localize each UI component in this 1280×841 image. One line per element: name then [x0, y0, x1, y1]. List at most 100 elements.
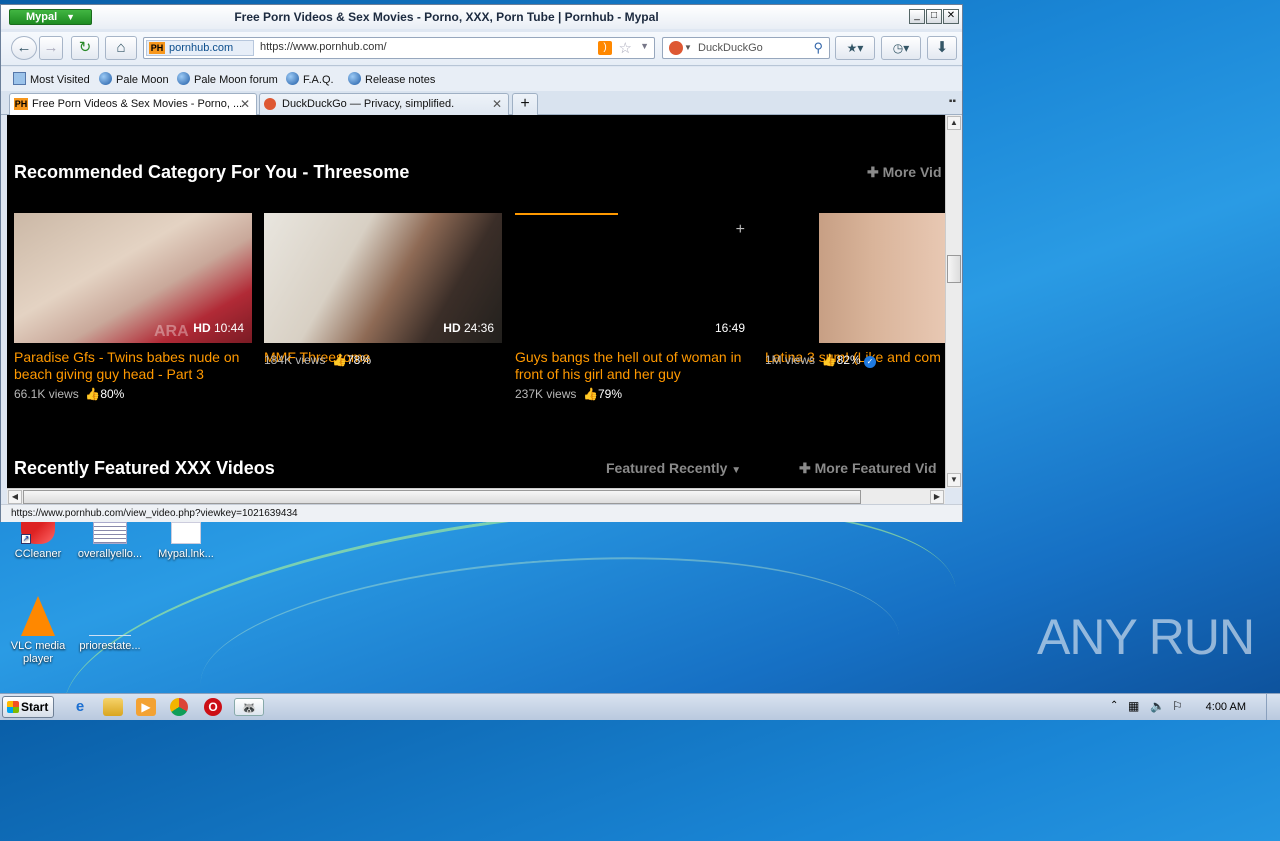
bookmark-label: F.A.Q.	[303, 74, 334, 86]
video-card[interactable]: ARA HD 10:44 Paradise Gfs - Twins babes …	[14, 213, 252, 401]
search-placeholder: DuckDuckGo	[698, 42, 763, 54]
windows-logo-icon	[7, 701, 19, 713]
video-title[interactable]: Guys bangs the hell out of woman in front…	[515, 349, 753, 383]
rating-percent: 79%	[598, 387, 623, 401]
tab-list-icon[interactable]: ▪▪	[949, 96, 956, 107]
mypal-taskbar-icon[interactable]: 🦝	[234, 698, 264, 716]
forward-button[interactable]: →	[39, 36, 63, 60]
most-visited-icon	[13, 72, 26, 85]
horizontal-scroll-thumb[interactable]	[23, 490, 861, 504]
video-title-line: front of his girl and her guy	[515, 366, 681, 382]
tab-pornhub[interactable]: PH Free Porn Videos & Sex Movies - Porno…	[9, 93, 257, 115]
desktop-icon-label: overallyello...	[77, 548, 143, 560]
bookmark-most-visited[interactable]: Most Visited	[13, 72, 90, 87]
chevron-down-icon: ▼	[731, 465, 742, 476]
show-desktop-button[interactable]	[1266, 694, 1280, 720]
duration-text: 16:49	[714, 321, 745, 335]
bookmark-label: Pale Moon	[116, 74, 169, 86]
reload-button[interactable]: ↻	[71, 36, 99, 60]
video-thumbnail[interactable]: ARA HD 10:44	[14, 213, 252, 343]
network-icon[interactable]: ▦	[1128, 699, 1139, 713]
more-featured-link[interactable]: ✚ More Featured Vid	[799, 460, 937, 477]
watermark-overlay: ARA	[154, 323, 189, 340]
desktop-icon-label: priorestate...	[79, 640, 141, 652]
bookmark-release-notes[interactable]: Release notes	[348, 72, 435, 87]
globe-icon	[286, 72, 299, 85]
media-player-icon[interactable]: ▶	[136, 698, 156, 716]
home-button[interactable]: ⌂	[105, 36, 137, 60]
show-hidden-icons-icon[interactable]: ⌃	[1110, 700, 1118, 711]
scroll-thumb[interactable]	[947, 255, 961, 283]
video-card[interactable]: Latina 3 sum! (Like and com 1M views 👍82…	[765, 213, 945, 368]
featured-recently-dropdown[interactable]: Featured Recently ▼	[606, 460, 741, 476]
bookmark-pale-moon[interactable]: Pale Moon	[99, 72, 169, 87]
file-explorer-icon[interactable]	[103, 698, 123, 716]
section-title-featured: Recently Featured XXX Videos	[14, 458, 275, 478]
close-tab-icon[interactable]: ✕	[492, 94, 502, 114]
maximize-button[interactable]: □	[926, 9, 942, 24]
video-card[interactable]: + 16:49 Guys bangs the hell out of woman…	[515, 213, 753, 401]
video-thumbnail[interactable]	[765, 213, 945, 343]
action-center-flag-icon[interactable]: ⚐	[1172, 699, 1183, 713]
desktop-icon-overallyello[interactable]: overallyello...	[72, 522, 148, 561]
globe-icon	[348, 72, 361, 85]
rss-icon[interactable]: )	[598, 41, 612, 55]
horizontal-scrollbar[interactable]: ◀ ▶	[7, 488, 945, 504]
new-tab-button[interactable]: +	[512, 93, 538, 115]
rating-percent: 80%	[100, 387, 125, 401]
downloads-button[interactable]: ⬇	[927, 36, 957, 60]
video-meta: 66.1K views 👍80%	[14, 387, 252, 401]
bookmark-star-icon[interactable]: ☆	[619, 39, 632, 57]
duration-badge: HD 10:44	[193, 321, 244, 335]
video-thumbnail[interactable]: + 16:49	[515, 213, 753, 343]
verified-check-icon: ✓	[864, 356, 877, 368]
url-text: https://www.pornhub.com/	[260, 41, 387, 53]
bookmark-pale-moon-forum[interactable]: Pale Moon forum	[177, 72, 278, 87]
scroll-right-icon[interactable]: ▶	[930, 490, 944, 504]
close-tab-icon[interactable]: ✕	[240, 94, 250, 114]
text-file-icon	[93, 522, 127, 544]
clock[interactable]: 4:00 AM	[1206, 701, 1246, 713]
bookmarks-menu-button[interactable]: ★▾	[835, 36, 875, 60]
close-button[interactable]: ✕	[943, 9, 959, 24]
rating-percent: 82%	[836, 353, 861, 367]
scroll-down-icon[interactable]: ▼	[947, 473, 961, 487]
taskbar: Start e ▶ O 🦝 ⌃ ▦ 🔈 ⚐ 4:00 AM	[0, 693, 1280, 720]
back-button[interactable]: ←	[11, 36, 37, 60]
volume-icon[interactable]: 🔈	[1150, 699, 1165, 713]
bookmark-faq[interactable]: F.A.Q.	[286, 72, 334, 87]
video-thumbnail[interactable]: HD 24:36	[264, 213, 502, 343]
internet-explorer-icon[interactable]: e	[70, 698, 90, 716]
more-videos-link[interactable]: ✚ More Vid	[867, 164, 942, 181]
url-dropdown-icon[interactable]: ▼	[640, 41, 649, 51]
anyrun-watermark: ANY RUN	[1037, 609, 1255, 665]
thumbs-up-icon: 👍	[332, 353, 347, 367]
tab-label: DuckDuckGo — Privacy, simplified.	[282, 98, 455, 110]
vertical-scrollbar[interactable]: ▲ ▼	[945, 115, 961, 488]
video-card[interactable]: HD 24:36 MMF Threesome 184K views 👍78%	[264, 213, 502, 367]
title-bar[interactable]: Mypal ▼ Free Porn Videos & Sex Movies - …	[1, 5, 962, 29]
opera-icon[interactable]: O	[204, 698, 222, 716]
add-to-playlist-icon[interactable]: +	[736, 221, 745, 239]
search-input[interactable]: ▼ DuckDuckGo ⚲	[662, 37, 830, 59]
desktop-icon-mypal-lnk[interactable]: Mypal.lnk...	[148, 522, 224, 561]
status-bar: https://www.pornhub.com/view_video.php?v…	[1, 504, 962, 522]
tab-duckduckgo[interactable]: DuckDuckGo — Privacy, simplified. ✕	[259, 93, 509, 115]
history-button[interactable]: ◷▾	[881, 36, 921, 60]
site-identity-button[interactable]: PH pornhub.com	[146, 40, 254, 56]
filter-label: Featured Recently	[606, 460, 728, 476]
start-button[interactable]: Start	[2, 696, 54, 718]
browser-window: Mypal ▼ Free Porn Videos & Sex Movies - …	[0, 4, 963, 522]
view-count: 184K views	[264, 353, 326, 367]
video-title[interactable]: Paradise Gfs - Twins babes nude on beach …	[14, 349, 252, 383]
url-bar[interactable]: PH pornhub.com https://www.pornhub.com/ …	[143, 37, 655, 59]
scroll-up-icon[interactable]: ▲	[947, 116, 961, 130]
minimize-button[interactable]: _	[909, 9, 925, 24]
desktop-icon-vlc[interactable]: VLC media player	[0, 596, 76, 666]
video-title-line: beach giving guy head - Part 3	[14, 366, 204, 382]
chrome-icon[interactable]	[170, 698, 188, 716]
search-icon[interactable]: ⚲	[813, 38, 823, 58]
desktop-icon-priorestate[interactable]: priorestate...	[72, 596, 148, 653]
scroll-left-icon[interactable]: ◀	[8, 490, 22, 504]
desktop-icon-ccleaner[interactable]: ↗ CCleaner	[0, 522, 76, 561]
